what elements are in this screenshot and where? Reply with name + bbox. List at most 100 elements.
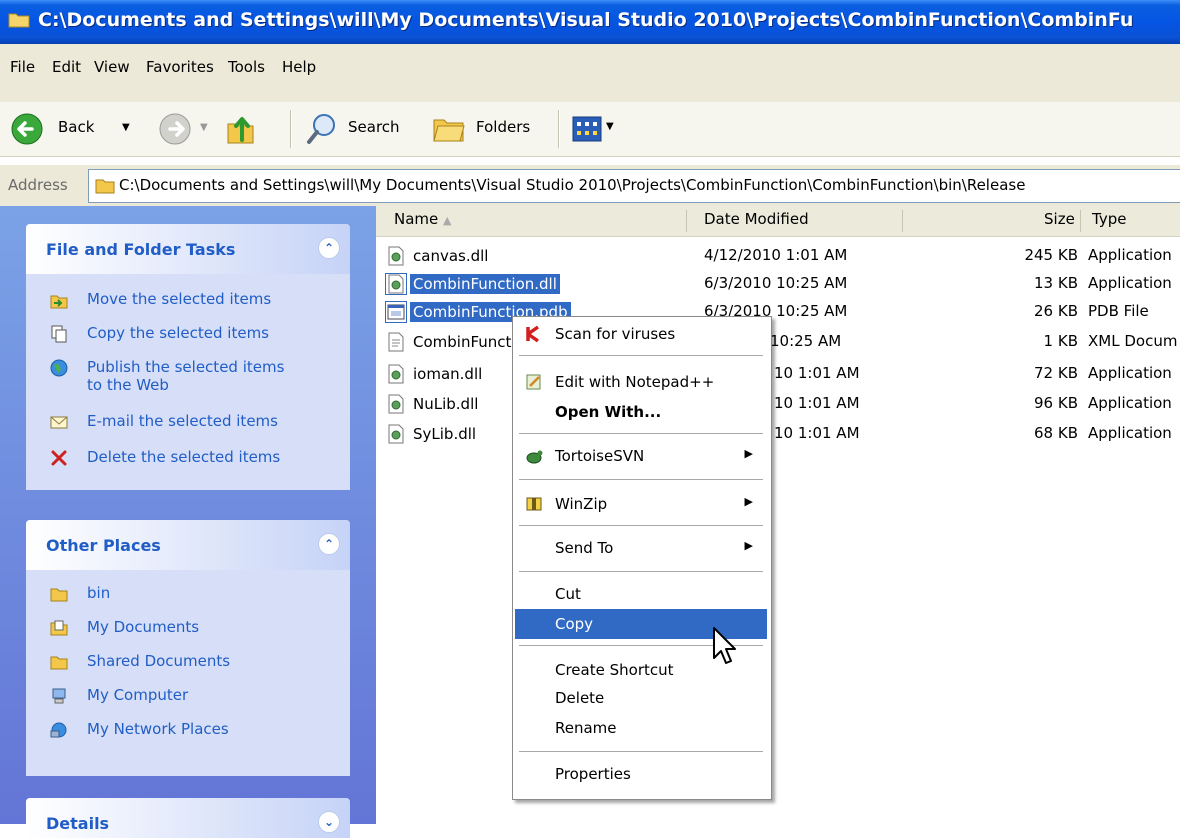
collapse-icon[interactable]: ⌃ <box>318 533 340 555</box>
file-row[interactable]: CombinFunction.dll 6/3/2010 10:25 AM 13 … <box>376 270 1180 298</box>
panel-header[interactable]: File and Folder Tasks ⌃ <box>26 224 350 274</box>
file-type: Application <box>1088 424 1172 442</box>
dll-file-icon <box>388 246 404 266</box>
column-divider[interactable] <box>1080 210 1081 232</box>
details-panel: Details ⌄ <box>26 798 350 838</box>
address-label: Address <box>8 176 68 194</box>
email-icon <box>50 416 68 429</box>
winzip-icon <box>526 497 542 511</box>
menu-view[interactable]: View <box>94 58 130 76</box>
file-size: 26 KB <box>1034 302 1078 320</box>
back-button[interactable]: Back ▼ <box>8 110 134 148</box>
menu-separator <box>519 479 763 480</box>
views-dropdown-icon[interactable]: ▼ <box>606 121 614 132</box>
column-header-name[interactable]: Name ▲ <box>394 210 452 228</box>
dll-file-icon <box>388 394 404 414</box>
file-size: 1 KB <box>1043 332 1078 350</box>
pdb-file-icon <box>385 301 407 323</box>
column-header-size[interactable]: Size <box>1044 210 1075 228</box>
panel-title: Other Places <box>46 536 161 555</box>
file-type: Application <box>1088 364 1172 382</box>
menu-item-send-to[interactable]: Send To ▶ <box>515 533 767 563</box>
menu-item-properties[interactable]: Properties <box>515 759 767 789</box>
file-size: 13 KB <box>1034 274 1078 292</box>
file-date: 4/12/2010 1:01 AM <box>704 246 848 264</box>
file-date: 6/3/2010 10:25 AM <box>704 274 848 292</box>
file-row[interactable]: CombinFunct 10:25 AM 1 KB XML Docum <box>376 328 1180 356</box>
search-label: Search <box>348 118 400 136</box>
file-size: 96 KB <box>1034 394 1078 412</box>
file-size: 72 KB <box>1034 364 1078 382</box>
delete-x-icon <box>51 450 67 466</box>
menu-separator <box>519 525 763 526</box>
expand-icon[interactable]: ⌄ <box>318 811 340 833</box>
title-bar[interactable]: C:\Documents and Settings\will\My Docume… <box>0 0 1180 44</box>
column-divider[interactable] <box>686 210 687 232</box>
menu-item-tortoisesvn[interactable]: TortoiseSVN ▶ <box>515 441 767 471</box>
file-row[interactable]: NuLib.dll 10 1:01 AM 96 KB Application <box>376 390 1180 418</box>
sort-ascending-icon: ▲ <box>443 214 452 227</box>
menu-favorites[interactable]: Favorites <box>146 58 214 76</box>
file-row[interactable]: ioman.dll 10 1:01 AM 72 KB Application <box>376 360 1180 388</box>
submenu-arrow-icon: ▶ <box>744 447 753 460</box>
column-divider[interactable] <box>902 210 903 232</box>
toolbar-divider <box>558 110 560 148</box>
menu-edit[interactable]: Edit <box>52 58 81 76</box>
forward-arrow-icon <box>159 113 191 145</box>
copy-icon <box>51 325 67 343</box>
menu-file[interactable]: File <box>10 58 35 76</box>
back-arrow-icon <box>11 113 43 145</box>
address-input[interactable]: C:\Documents and Settings\will\My Docume… <box>88 169 1180 203</box>
panel-title: File and Folder Tasks <box>46 240 236 259</box>
mouse-pointer-icon <box>713 627 736 664</box>
other-places-panel: Other Places ⌃ bin My Documents Shared D… <box>26 520 350 776</box>
folders-label: Folders <box>476 118 531 136</box>
file-date: 10:25 AM <box>770 332 842 350</box>
menu-item-edit-notepad[interactable]: Edit with Notepad++ <box>515 367 767 397</box>
menu-item-delete[interactable]: Delete <box>515 683 767 713</box>
forward-dropdown-icon[interactable]: ▼ <box>200 122 208 133</box>
menu-separator <box>519 355 763 356</box>
toolbar-divider <box>290 110 292 148</box>
context-menu: Scan for viruses Edit with Notepad++ Ope… <box>512 316 772 800</box>
search-icon <box>307 114 335 144</box>
menu-separator <box>519 571 763 572</box>
move-icon <box>50 295 68 309</box>
views-button[interactable]: ▼ <box>570 112 630 146</box>
menu-tools[interactable]: Tools <box>228 58 265 76</box>
dll-file-icon <box>388 424 404 444</box>
column-header-date[interactable]: Date Modified <box>704 210 809 228</box>
menu-item-open-with[interactable]: Open With... <box>515 397 767 427</box>
file-date: 10 1:01 AM <box>774 424 860 442</box>
file-type: Application <box>1088 394 1172 412</box>
views-icon <box>572 116 602 142</box>
kaspersky-icon <box>526 325 540 343</box>
file-row[interactable]: SyLib.dll 10 1:01 AM 68 KB Application <box>376 420 1180 448</box>
file-row[interactable]: canvas.dll 4/12/2010 1:01 AM 245 KB Appl… <box>376 242 1180 270</box>
file-type: XML Docum <box>1088 332 1178 350</box>
address-bar: Address C:\Documents and Settings\will\M… <box>0 164 1180 207</box>
menu-item-winzip[interactable]: WinZip ▶ <box>515 489 767 519</box>
menu-item-rename[interactable]: Rename <box>515 713 767 743</box>
collapse-icon[interactable]: ⌃ <box>318 237 340 259</box>
column-header-type[interactable]: Type <box>1092 210 1126 228</box>
xml-file-icon <box>388 332 404 352</box>
task-pane: File and Folder Tasks ⌃ Move the selecte… <box>0 206 376 838</box>
menu-bar: File Edit View Favorites Tools Help <box>0 44 1180 102</box>
menu-help[interactable]: Help <box>282 58 316 76</box>
panel-header[interactable]: Other Places ⌃ <box>26 520 350 570</box>
menu-item-cut[interactable]: Cut <box>515 579 767 609</box>
file-type: Application <box>1088 274 1172 292</box>
search-button[interactable]: Search <box>302 110 414 148</box>
back-dropdown-icon[interactable]: ▼ <box>122 122 130 133</box>
folder-icon <box>50 588 68 602</box>
up-folder-icon[interactable] <box>224 112 260 148</box>
folder-icon <box>50 656 68 670</box>
file-row[interactable]: CombinFunction.pdb 6/3/2010 10:25 AM 26 … <box>376 298 1180 326</box>
folders-button[interactable]: Folders <box>428 110 548 148</box>
forward-button[interactable]: ▼ <box>154 110 210 148</box>
menu-item-scan-viruses[interactable]: Scan for viruses <box>515 319 767 349</box>
folder-icon <box>8 13 30 28</box>
back-label: Back <box>58 118 95 136</box>
panel-header[interactable]: Details ⌄ <box>26 798 350 838</box>
